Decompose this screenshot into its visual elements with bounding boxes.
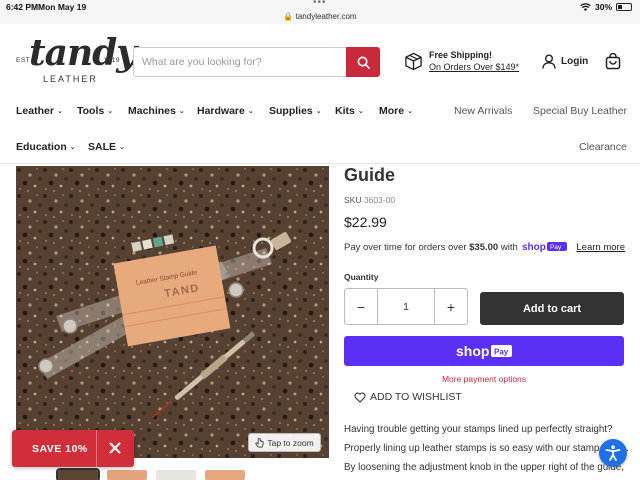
url-text: tandyleather.com <box>295 12 357 21</box>
status-indicators: 30% <box>580 2 632 12</box>
quantity-label: Quantity <box>344 272 379 282</box>
login-link[interactable]: Login <box>542 54 588 69</box>
chevron-down-icon: ⌄ <box>178 108 185 115</box>
more-payment-options-link[interactable]: More payment options <box>344 374 624 384</box>
hand-pointer-icon <box>255 437 264 447</box>
shop-pay-button[interactable]: shop Pay <box>344 336 624 366</box>
thumbnail-strip <box>56 468 245 480</box>
nav-special-buy-leather[interactable]: Special Buy Leather <box>533 105 627 117</box>
nav-hardware[interactable]: Hardware ⌄ <box>197 105 254 117</box>
nav-tools[interactable]: Tools ⌄ <box>77 105 113 117</box>
promo-divider <box>96 430 97 467</box>
nav-sale[interactable]: SALE ⌄ <box>88 141 125 153</box>
close-icon[interactable] <box>105 438 125 463</box>
nav-education[interactable]: Education ⌄ <box>16 141 76 153</box>
search-button[interactable] <box>346 47 380 77</box>
tap-to-zoom-button[interactable]: Tap to zoom <box>248 433 321 452</box>
chevron-down-icon: ⌄ <box>357 108 364 115</box>
search-icon <box>357 56 370 69</box>
free-shipping-promo[interactable]: Free Shipping! On Orders Over $149* <box>404 50 534 76</box>
cart-button[interactable] <box>605 52 621 75</box>
chevron-down-icon: ⌄ <box>247 108 254 115</box>
lock-icon: 🔒 <box>283 12 294 21</box>
product-photo: Leather Stamp Guide TAND <box>16 166 329 458</box>
package-icon <box>405 52 422 71</box>
nav-kits[interactable]: Kits ⌄ <box>335 105 364 117</box>
login-label: Login <box>561 56 589 67</box>
wishlist-label: ADD TO WISHLIST <box>370 391 462 403</box>
save-10-label: SAVE 10% <box>32 443 88 455</box>
battery-icon <box>616 3 632 11</box>
installments-notice: Pay over time for orders over $35.00 wit… <box>344 241 625 255</box>
battery-percent: 30% <box>594 2 612 12</box>
product-description: Having trouble getting your stamps lined… <box>344 424 629 473</box>
nav-clearance[interactable]: Clearance <box>579 141 627 153</box>
user-icon <box>542 54 556 69</box>
nav-divider <box>0 163 640 164</box>
chevron-down-icon: ⌄ <box>315 108 322 115</box>
svg-text:shop: shop <box>456 343 489 359</box>
wifi-icon <box>580 3 591 11</box>
cart-icon <box>605 52 621 70</box>
accessibility-icon[interactable] <box>599 439 627 467</box>
address-bar[interactable]: 🔒 tandyleather.com <box>0 12 640 21</box>
svg-text:shop: shop <box>522 242 546 252</box>
nav-new-arrivals[interactable]: New Arrivals <box>454 105 512 117</box>
more-dots-icon[interactable]: ••• <box>313 0 327 8</box>
svg-text:Pay: Pay <box>550 244 562 251</box>
chevron-down-icon: ⌄ <box>69 144 76 151</box>
shipping-link[interactable]: On Orders Over $149* <box>429 62 519 72</box>
shop-pay-logo-icon: shop Pay <box>522 241 570 255</box>
add-to-wishlist-button[interactable]: ADD TO WISHLIST <box>354 391 462 403</box>
shipping-title: Free Shipping! <box>429 50 492 60</box>
thumbnail[interactable] <box>107 470 147 480</box>
chevron-down-icon: ⌄ <box>56 108 63 115</box>
tandy-leather-logo[interactable]: EST tandy 1919 LEATHER <box>16 32 137 88</box>
decrease-quantity-button[interactable]: − <box>345 289 377 324</box>
status-date: Mon May 19 <box>38 2 87 12</box>
quantity-stepper: − 1 + <box>344 288 468 325</box>
search-box <box>133 47 380 77</box>
chevron-down-icon: ⌄ <box>107 108 114 115</box>
product-title: Guide <box>344 165 396 185</box>
thumbnail[interactable] <box>205 470 245 480</box>
product-image[interactable]: Leather Stamp Guide TAND <box>16 166 329 458</box>
nav-supplies[interactable]: Supplies ⌄ <box>269 105 322 117</box>
tap-to-zoom-label: Tap to zoom <box>267 437 314 448</box>
nav-leather[interactable]: Leather ⌄ <box>16 105 63 117</box>
save-10-promo[interactable]: SAVE 10% <box>12 430 134 467</box>
thumbnail[interactable] <box>156 470 196 480</box>
nav-more[interactable]: More ⌄ <box>379 105 413 117</box>
logo-year: 1919 <box>103 57 120 64</box>
add-to-cart-button[interactable]: Add to cart <box>480 292 624 325</box>
increase-quantity-button[interactable]: + <box>435 289 467 324</box>
logo-wordmark: tandy <box>29 32 137 74</box>
shop-pay-logo-icon: shop Pay <box>456 343 512 359</box>
learn-more-link[interactable]: Learn more <box>576 242 625 253</box>
thumbnail[interactable] <box>56 468 100 480</box>
search-input[interactable] <box>134 48 344 76</box>
status-time: 6:42 PM <box>6 2 39 12</box>
product-sku: SKU 3603-00 <box>344 195 396 205</box>
logo-subtitle: LEATHER <box>43 74 98 84</box>
product-price: $22.99 <box>344 214 387 230</box>
status-bar: 6:42 PM Mon May 19 ••• 🔒 tandyleather.co… <box>0 0 640 24</box>
svg-text:Pay: Pay <box>494 348 509 357</box>
chevron-down-icon: ⌄ <box>119 144 125 151</box>
chevron-down-icon: ⌄ <box>407 108 413 115</box>
quantity-input[interactable]: 1 <box>377 289 435 324</box>
nav-machines[interactable]: Machines ⌄ <box>128 105 185 117</box>
heart-icon <box>354 392 366 403</box>
